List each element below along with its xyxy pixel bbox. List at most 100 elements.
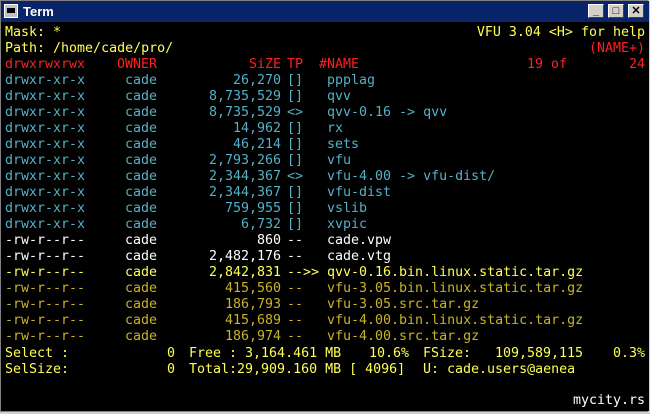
file-size: 2,793,266 <box>208 153 281 168</box>
title-bar[interactable]: Term _ □ ✕ <box>1 1 649 22</box>
fsize-percent: 0.3% <box>612 346 645 361</box>
select-value: 0 <box>166 346 175 361</box>
file-position: 19 of <box>527 57 568 72</box>
file-mode: drwxr-xr-x <box>5 121 86 136</box>
file-mode: -rw-r--r-- <box>5 265 86 280</box>
help-label: VFU 3.04 <H> for help <box>476 25 645 40</box>
column-header-row: drwxrwxrwx OWNER SiZE TP #NAME 19 of 24 <box>5 57 645 73</box>
file-mode: -rw-r--r-- <box>5 313 86 328</box>
file-mode: -rw-r--r-- <box>5 297 86 312</box>
file-row[interactable]: -rw-r--r-- cade 415,689 -- vfu-4.00.bin.linu… <box>5 313 645 329</box>
file-name: rx <box>327 121 344 136</box>
window-title: Term <box>23 4 54 19</box>
file-size: 14,962 <box>232 121 281 136</box>
file-name: sets <box>327 137 360 152</box>
file-size: 8,735,529 <box>208 105 281 120</box>
file-row[interactable]: -rw-r--r-- cade 186,793 -- vfu-3.05.src.tar.… <box>5 297 645 313</box>
file-owner: cade <box>125 249 158 264</box>
file-type: -- <box>287 249 304 264</box>
file-mode: drwxr-xr-x <box>5 217 86 232</box>
file-row[interactable]: drwxr-xr-x cade 2,344,367 <> vfu-4.00 -> vfu… <box>5 169 645 185</box>
file-mode: drwxr-xr-x <box>5 153 86 168</box>
file-owner: cade <box>125 217 158 232</box>
file-type: -- <box>287 329 304 344</box>
file-size: 2,842,831 <box>208 265 281 280</box>
file-row[interactable]: drwxr-xr-x cade 8,735,529 [] qvv <box>5 89 645 105</box>
file-owner: cade <box>125 105 158 120</box>
file-size: 2,344,367 <box>208 169 281 184</box>
file-row[interactable]: drwxr-xr-x cade 46,214 [] sets <box>5 137 645 153</box>
file-type: [] <box>287 121 304 136</box>
file-name: ppplag <box>327 73 376 88</box>
file-row[interactable]: drwxr-xr-x cade 26,270 [] ppplag <box>5 73 645 89</box>
file-size: 415,560 <box>224 281 281 296</box>
file-owner: cade <box>125 169 158 184</box>
file-size: 2,482,176 <box>208 249 281 264</box>
file-row[interactable]: drwxr-xr-x cade 14,962 [] rx <box>5 121 645 137</box>
file-row[interactable]: -rw-r--r-- cade 186,974 -- vfu-4.00.src.tar.… <box>5 329 645 345</box>
status-line-2: SelSize: 0 Total:29,909.160 MB [ 4096] U… <box>5 362 645 378</box>
file-size: 186,974 <box>224 329 281 344</box>
file-name: qvv-0.16 -> qvv <box>327 105 448 120</box>
terminal-app-icon[interactable] <box>4 4 18 18</box>
mask-label: Mask: * <box>5 25 62 40</box>
fsize-label: FSize: <box>423 346 472 361</box>
close-button[interactable]: ✕ <box>628 4 644 18</box>
file-type: <> <box>287 169 304 184</box>
total-space: Total:29,909.160 MB [ 4096] <box>189 362 406 377</box>
file-type: -- <box>287 297 304 312</box>
file-row[interactable]: drwxr-xr-x cade 2,344,367 [] vfu-dist <box>5 185 645 201</box>
file-row[interactable]: drwxr-xr-x cade 6,732 [] xvpic <box>5 217 645 233</box>
file-type: -- <box>287 281 304 296</box>
file-row[interactable]: -rw-r--r-- cade 2,482,176 -- cade.vtg <box>5 249 645 265</box>
file-mode: -rw-r--r-- <box>5 233 86 248</box>
file-owner: cade <box>125 265 158 280</box>
file-size: 860 <box>256 233 281 248</box>
file-type: [] <box>287 153 304 168</box>
header-line-2: Path: /home/cade/pro/ (NAME+) <box>5 41 645 57</box>
col-size: SiZE <box>248 57 281 72</box>
file-mode: drwxr-xr-x <box>5 105 86 120</box>
file-type: -- <box>287 233 304 248</box>
file-row[interactable]: drwxr-xr-x cade 2,793,266 [] vfu <box>5 153 645 169</box>
file-owner: cade <box>125 89 158 104</box>
minimize-button[interactable]: _ <box>588 4 604 18</box>
sort-mode-label: (NAME+) <box>588 41 645 56</box>
terminal-screen[interactable]: Mask: * VFU 3.04 <H> for help Path: /hom… <box>1 22 649 411</box>
file-row[interactable]: drwxr-xr-x cade 759,955 [] vslib <box>5 201 645 217</box>
fsize-value: 109,589,115 <box>494 346 583 361</box>
file-owner: cade <box>125 233 158 248</box>
status-line-1: Select : 0 Free : 3,164.461 MB 10.6% FSi… <box>5 346 645 362</box>
file-row[interactable]: -rw-r--r-- cade 2,842,831 -->> qvv-0.16.bin.… <box>5 265 645 281</box>
minimize-icon: _ <box>592 5 600 17</box>
file-name: vfu <box>327 153 352 168</box>
close-icon: ✕ <box>631 5 641 17</box>
file-owner: cade <box>125 185 158 200</box>
select-label: Select : <box>5 346 70 361</box>
user-label: U: cade.users@aenea <box>423 362 576 377</box>
file-type: [] <box>287 201 304 216</box>
maximize-icon: □ <box>612 5 620 17</box>
maximize-button[interactable]: □ <box>608 4 624 18</box>
file-owner: cade <box>125 137 158 152</box>
file-row[interactable]: -rw-r--r-- cade 415,560 -- vfu-3.05.bin.linu… <box>5 281 645 297</box>
file-row[interactable]: drwxr-xr-x cade 8,735,529 <> qvv-0.16 -> qvv <box>5 105 645 121</box>
file-type: -->> <box>287 265 320 280</box>
selsize-value: 0 <box>166 362 175 377</box>
file-owner: cade <box>125 121 158 136</box>
file-name: vfu-4.00.bin.linux.static.tar.gz <box>327 313 584 328</box>
file-type: [] <box>287 137 304 152</box>
col-mode: drwxrwxrwx <box>5 57 86 72</box>
file-type: <> <box>287 105 304 120</box>
file-owner: cade <box>125 201 158 216</box>
file-name: xvpic <box>327 217 368 232</box>
file-name: cade.vpw <box>327 233 392 248</box>
file-type: [] <box>287 185 304 200</box>
file-mode: drwxr-xr-x <box>5 137 86 152</box>
file-owner: cade <box>125 313 158 328</box>
file-size: 759,955 <box>224 201 281 216</box>
file-name: qvv <box>327 89 352 104</box>
file-size: 8,735,529 <box>208 89 281 104</box>
file-name: vfu-4.00.src.tar.gz <box>327 329 480 344</box>
file-row[interactable]: -rw-r--r-- cade 860 -- cade.vpw <box>5 233 645 249</box>
